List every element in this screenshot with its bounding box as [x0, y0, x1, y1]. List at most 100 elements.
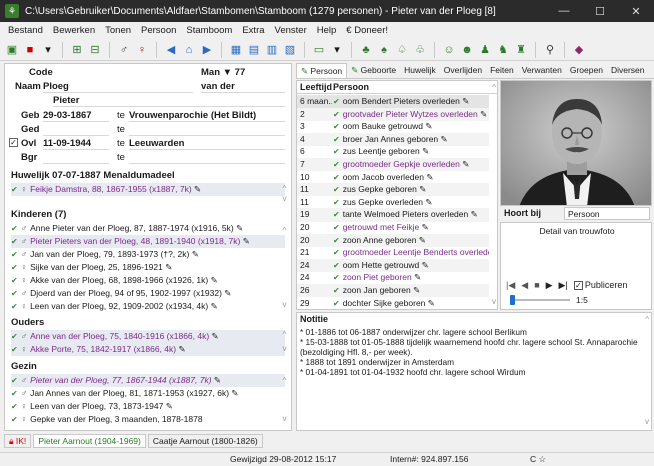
menu-persoon[interactable]: Persoon — [136, 25, 181, 36]
relations-icon[interactable]: ♧ — [412, 42, 428, 58]
tab-ik[interactable]: 🔒︎ IK! — [4, 434, 32, 448]
edit-icon[interactable]: ✎ — [417, 184, 426, 194]
maximize-icon[interactable]: ☐ — [582, 5, 618, 18]
tab-huwelijk[interactable]: Huwelijk — [400, 63, 440, 78]
tab-pieter-aarnout[interactable]: Pieter Aarnout (1904-1969) — [33, 434, 146, 448]
death-date-field[interactable]: 11-09-1944 — [43, 137, 109, 150]
couple-icon[interactable]: ☻ — [459, 42, 475, 58]
event-row[interactable]: 20 ✔ zoon Anne geboren ✎ — [297, 233, 489, 247]
birth-place-field[interactable]: Vrouwenparochie (Het Bildt) — [129, 109, 285, 122]
edit-icon[interactable]: ✎ — [423, 121, 432, 131]
belongs-to-select[interactable]: Persoon — [564, 207, 650, 220]
zoom-slider[interactable]: 1:5 — [510, 295, 610, 305]
death-place-field[interactable]: Leeuwarden — [129, 137, 285, 150]
view-list-icon[interactable]: ▤ — [246, 42, 262, 58]
marriage-partner[interactable]: ✔ ♀ Feikje Damstra, 88, 1867-1955 (x1887, … — [11, 183, 285, 196]
family-row[interactable]: ✔ ♂ Pieter van der Ploeg, 77, 1867-1944 (x… — [11, 374, 285, 387]
edit-icon[interactable]: ✎ — [460, 96, 469, 106]
scroll-down-icon[interactable]: v — [280, 344, 289, 353]
search-icon[interactable]: ⚲ — [542, 42, 558, 58]
stop-media-icon[interactable]: ■ — [534, 280, 539, 290]
event-row[interactable]: 21 ✔ grootmoeder Leentje Benderts overlede… — [297, 246, 489, 259]
tree-icon[interactable]: ♣ — [358, 42, 374, 58]
descendants-icon[interactable]: ♠ — [376, 42, 392, 58]
screen-dropdown-icon[interactable]: ▾ — [329, 42, 345, 58]
generation-icon[interactable]: ♞ — [495, 42, 511, 58]
bgr-place-field[interactable] — [129, 151, 285, 164]
menu-extra[interactable]: Extra — [237, 25, 269, 36]
scroll-up-icon[interactable]: ^ — [280, 376, 289, 385]
family-row[interactable]: ✔ ♂ Jan Annes van der Ploeg, 81, 1871-1953… — [11, 387, 285, 400]
ged-place-field[interactable] — [129, 123, 285, 136]
publish-checkbox[interactable]: ✓ — [573, 280, 583, 290]
group-icon[interactable]: ♟ — [477, 42, 493, 58]
tab-feiten[interactable]: Feiten — [486, 63, 518, 78]
death-checkbox[interactable]: ✓ — [9, 138, 18, 147]
edit-icon[interactable]: ✎ — [460, 159, 469, 169]
delete-icon[interactable]: ■ — [22, 42, 38, 58]
back-arrow-icon[interactable]: ◀ — [163, 42, 179, 58]
event-row[interactable]: 4 ✔ broer Jan Annes geboren ✎ — [297, 132, 489, 146]
scroll-up-icon[interactable]: ^ — [280, 184, 289, 193]
person-female-icon[interactable]: ♀ — [134, 42, 150, 58]
tab-persoon[interactable]: ✎ Persoon — [296, 63, 348, 78]
ancestors-icon[interactable]: ♤ — [394, 42, 410, 58]
new-person-icon[interactable]: ▣ — [4, 42, 20, 58]
scroll-down-icon[interactable]: v — [280, 300, 289, 309]
menu-venster[interactable]: Venster — [270, 25, 312, 36]
gender-age-select[interactable]: Man ▼ 77 — [201, 67, 245, 78]
tab-verwanten[interactable]: Verwanten — [518, 63, 566, 78]
home-icon[interactable]: ⌂ — [181, 42, 197, 58]
event-row[interactable]: 6 maan... ✔ oom Bendert Pieters overleden … — [297, 95, 489, 109]
firstname-field[interactable]: Pieter — [53, 94, 285, 107]
person-photo[interactable] — [500, 80, 652, 206]
parent-row[interactable]: ✔ ♀ Akke Porte, 75, 1842-1917 (x1866, 4k) … — [11, 343, 285, 356]
edit-icon[interactable]: ✎ — [416, 235, 426, 245]
next-media-icon[interactable]: ▶ — [546, 280, 553, 291]
edit-icon[interactable]: ✎ — [420, 146, 429, 156]
event-row[interactable]: 24 ✔ oom Hette getrouwd ✎ — [297, 258, 489, 272]
scroll-down-icon[interactable]: v — [280, 414, 289, 423]
ged-date-field[interactable] — [43, 123, 109, 136]
col-person-header[interactable]: Persoon — [333, 82, 369, 92]
parent-row[interactable]: ✔ ♂ Anne van der Ploeg, 75, 1840-1916 (x18… — [11, 330, 285, 343]
event-row[interactable]: 10 ✔ oom Jacob overleden ✎ — [297, 171, 489, 184]
event-row[interactable]: 19 ✔ tante Welmoed Pieters overleden ✎ — [297, 208, 489, 222]
edit-icon[interactable]: ✎ — [438, 134, 448, 144]
event-row[interactable]: 26 ✔ zoon Jan geboren ✎ — [297, 284, 489, 298]
event-row[interactable]: 20 ✔ getrouwd met Feikje ✎ — [297, 221, 489, 234]
child-row[interactable]: ✔ ♀ Sijke van der Ploeg, 25, 1896-1921 ✎ — [11, 261, 285, 274]
event-row[interactable]: 3 ✔ oom Bauke getrouwd ✎ — [297, 120, 489, 133]
dropdown-arrow-icon[interactable]: ▾ — [40, 42, 56, 58]
edit-icon[interactable]: ✎ — [419, 222, 429, 232]
child-row[interactable]: ✔ ♀ Akke van der Ploeg, 68, 1898-1966 (x19… — [11, 274, 285, 287]
menu-bewerken[interactable]: Bewerken — [48, 25, 100, 36]
event-row[interactable]: 11 ✔ zus Gepke geboren ✎ — [297, 183, 489, 197]
event-row[interactable]: 11 ✔ zus Gepke overleden ✎ — [297, 196, 489, 209]
book-icon[interactable]: ◆ — [571, 42, 587, 58]
family-row[interactable]: ✔ ♀ Leen van der Ploeg, 73, 1873-1947 ✎ — [11, 400, 285, 413]
event-row[interactable]: 2 ✔ grootvader Pieter Wytzes overleden ✎ — [297, 107, 489, 121]
edit-icon[interactable]: ✎ — [468, 209, 478, 219]
family-row[interactable]: ✔ ♀ Gepke van der Ploeg, 3 maanden, 1878-1… — [11, 413, 285, 426]
menu-bestand[interactable]: Bestand — [3, 25, 48, 36]
edit-icon[interactable]: ✎ — [411, 285, 420, 295]
tab-geboorte[interactable]: ✎ Geboorte — [347, 63, 400, 78]
first-media-icon[interactable]: |◀ — [506, 280, 515, 291]
event-row[interactable]: 24 ✔ zoon Piet geboren ✎ — [297, 271, 489, 284]
menu-doneer[interactable]: € Doneer! — [341, 25, 393, 36]
col-age-header[interactable]: Leeftijd — [300, 82, 332, 92]
tab-diversen[interactable]: Diversen — [607, 63, 649, 78]
edit-icon[interactable]: ✎ — [423, 197, 432, 207]
edit-icon[interactable]: ✎ — [424, 172, 433, 182]
person-male-icon[interactable]: ♂ — [116, 42, 132, 58]
edit-icon[interactable]: ✎ — [425, 298, 435, 308]
child-row[interactable]: ✔ ♀ Leen van der Ploeg, 92, 1909-2002 (x19… — [11, 300, 285, 313]
child-row[interactable]: ✔ ♂ Djoerd van der Ploeg, 94 of 95, 1902-1… — [11, 287, 285, 300]
tab-caatje-aarnout[interactable]: Caatje Aarnout (1800-1826) — [147, 434, 263, 448]
notes-panel[interactable]: Notitie * 01-1886 tot 06-1887 onderwijze… — [296, 312, 652, 431]
event-row[interactable]: 6 ✔ zus Leentje geboren ✎ — [297, 145, 489, 158]
tab-overlijden[interactable]: Overlijden — [440, 63, 486, 78]
edit-icon[interactable]: ✎ — [194, 184, 201, 194]
edit-icon[interactable]: ✎ — [419, 260, 429, 270]
